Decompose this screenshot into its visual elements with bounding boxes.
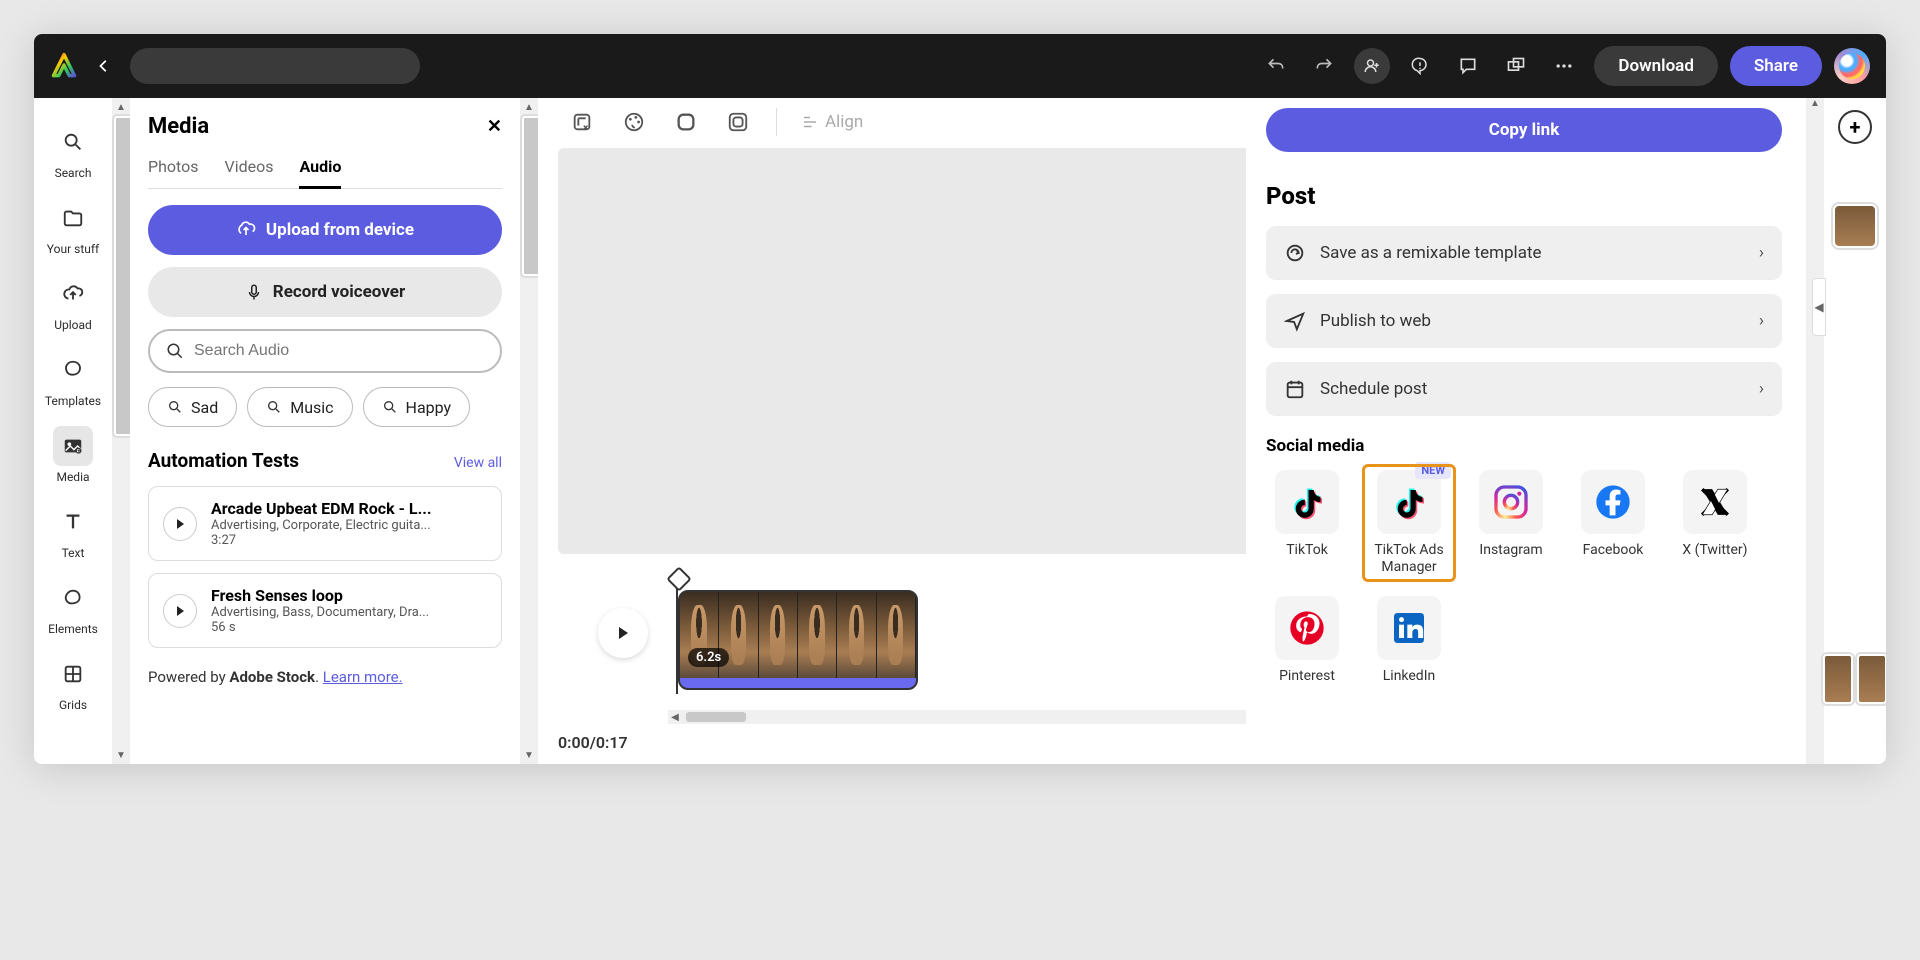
x-icon	[1683, 470, 1747, 534]
audio-item[interactable]: Fresh Senses loopAdvertising, Bass, Docu…	[148, 573, 502, 648]
remix-icon	[1284, 242, 1306, 264]
redo-button[interactable]	[1306, 48, 1342, 84]
audio-item[interactable]: Arcade Upbeat EDM Rock - L...Advertising…	[148, 486, 502, 561]
blob-icon	[53, 578, 93, 618]
comment-button[interactable]	[1450, 48, 1486, 84]
post-heading: Post	[1266, 182, 1782, 210]
media-tab-photos[interactable]: Photos	[148, 151, 199, 188]
add-page-button[interactable]: +	[1838, 110, 1872, 144]
social-pinterest[interactable]: Pinterest	[1266, 596, 1348, 685]
search-icon	[53, 122, 93, 162]
present-button[interactable]	[1498, 48, 1534, 84]
rail-item-upload[interactable]: Upload	[39, 266, 107, 340]
grid-icon	[53, 654, 93, 694]
canvas-area: Align 6.2s ◀ 0:00/0:17	[538, 98, 1806, 764]
shape-icon	[53, 350, 93, 390]
shape-tool-icon[interactable]	[672, 108, 700, 136]
left-nav-rail: SearchYour stuffUploadTemplatesMediaText…	[34, 98, 112, 764]
search-audio-input[interactable]	[148, 329, 502, 373]
rail-item-elements[interactable]: Elements	[39, 570, 107, 644]
record-voiceover-button[interactable]: Record voiceover	[148, 267, 502, 317]
social-heading: Social media	[1266, 436, 1782, 456]
collapse-right-rail[interactable]: ◀	[1812, 278, 1826, 336]
crop-tool-icon[interactable]	[568, 108, 596, 136]
social-instagram[interactable]: Instagram	[1470, 470, 1552, 576]
media-tab-audio[interactable]: Audio	[299, 151, 341, 189]
chevron-right-icon: ›	[1759, 243, 1764, 263]
close-media-button[interactable]: ✕	[487, 116, 502, 137]
media-tab-videos[interactable]: Videos	[225, 151, 274, 188]
social-tiktok-ads[interactable]: NEWTikTok Ads Manager	[1368, 470, 1450, 576]
canvas-left-scrollbar[interactable]: ▲ ▼	[520, 98, 538, 764]
tiktok-icon	[1275, 470, 1339, 534]
upload-button[interactable]: Upload from device	[148, 205, 502, 255]
frame-tool-icon[interactable]	[724, 108, 752, 136]
new-badge: NEW	[1415, 462, 1451, 479]
chevron-right-icon: ›	[1759, 379, 1764, 399]
playback-time: 0:00/0:17	[558, 733, 628, 752]
media-title: Media	[148, 114, 209, 139]
align-tool[interactable]: Align	[801, 112, 863, 132]
rail-item-text[interactable]: Text	[39, 494, 107, 568]
learn-more-link[interactable]: Learn more.	[323, 668, 403, 686]
facebook-icon	[1581, 470, 1645, 534]
share-panel: Copy link Post Save as a remixable templ…	[1246, 98, 1806, 764]
app-logo	[50, 52, 78, 80]
post-row-calendar[interactable]: Schedule post›	[1266, 362, 1782, 416]
powered-by-text: Powered by Adobe Stock. Learn more.	[148, 668, 502, 686]
send-icon	[1284, 310, 1306, 332]
rail-item-your-stuff[interactable]: Your stuff	[39, 190, 107, 264]
cloud-up-icon	[53, 274, 93, 314]
top-search-input[interactable]	[130, 48, 420, 84]
pinterest-icon	[1275, 596, 1339, 660]
view-all-link[interactable]: View all	[454, 455, 502, 471]
social-facebook[interactable]: Facebook	[1572, 470, 1654, 576]
page-thumbnail[interactable]	[1833, 204, 1877, 248]
tiktok-ads-icon: NEW	[1377, 470, 1441, 534]
media-panel: Media ✕ Photos Videos Audio Upload from de…	[130, 98, 520, 764]
media-scrollbar[interactable]: ▲ ▼	[112, 98, 130, 764]
scene-thumbnail[interactable]	[1857, 654, 1886, 704]
right-scrollbar[interactable]: ▲	[1806, 98, 1824, 764]
help-button[interactable]	[1402, 48, 1438, 84]
folder-icon	[53, 198, 93, 238]
play-icon[interactable]	[163, 507, 197, 541]
rail-item-templates[interactable]: Templates	[39, 342, 107, 416]
social-linkedin[interactable]: LinkedIn	[1368, 596, 1450, 685]
user-avatar[interactable]	[1834, 48, 1870, 84]
more-button[interactable]	[1546, 48, 1582, 84]
video-clip[interactable]	[678, 590, 918, 690]
tag-music[interactable]: Music	[247, 387, 352, 427]
instagram-icon	[1479, 470, 1543, 534]
download-button[interactable]: Download	[1594, 46, 1717, 86]
share-button[interactable]: Share	[1730, 46, 1822, 86]
post-row-remix[interactable]: Save as a remixable template›	[1266, 226, 1782, 280]
social-tiktok[interactable]: TikTok	[1266, 470, 1348, 576]
undo-button[interactable]	[1258, 48, 1294, 84]
copy-link-button[interactable]: Copy link	[1266, 108, 1782, 152]
rail-item-media[interactable]: Media	[39, 418, 107, 492]
rail-item-search[interactable]: Search	[39, 114, 107, 188]
back-button[interactable]	[90, 52, 118, 80]
top-bar: Download Share	[34, 34, 1886, 98]
media-icon	[53, 426, 93, 466]
text-icon	[53, 502, 93, 542]
post-row-send[interactable]: Publish to web›	[1266, 294, 1782, 348]
play-button[interactable]	[598, 608, 648, 658]
tag-happy[interactable]: Happy	[363, 387, 471, 427]
section-title: Automation Tests	[148, 449, 299, 472]
rail-item-grids[interactable]: Grids	[39, 646, 107, 720]
linkedin-icon	[1377, 596, 1441, 660]
scene-thumbnail[interactable]	[1823, 654, 1853, 704]
play-icon[interactable]	[163, 594, 197, 628]
social-x[interactable]: X (Twitter)	[1674, 470, 1756, 576]
canvas-toolbar: Align	[568, 108, 863, 136]
right-rail: + ◀	[1824, 98, 1886, 764]
color-tool-icon[interactable]	[620, 108, 648, 136]
invite-button[interactable]	[1354, 48, 1390, 84]
chevron-right-icon: ›	[1759, 311, 1764, 331]
tag-sad[interactable]: Sad	[148, 387, 237, 427]
calendar-icon	[1284, 378, 1306, 400]
clip-duration-badge: 6.2s	[688, 648, 729, 667]
